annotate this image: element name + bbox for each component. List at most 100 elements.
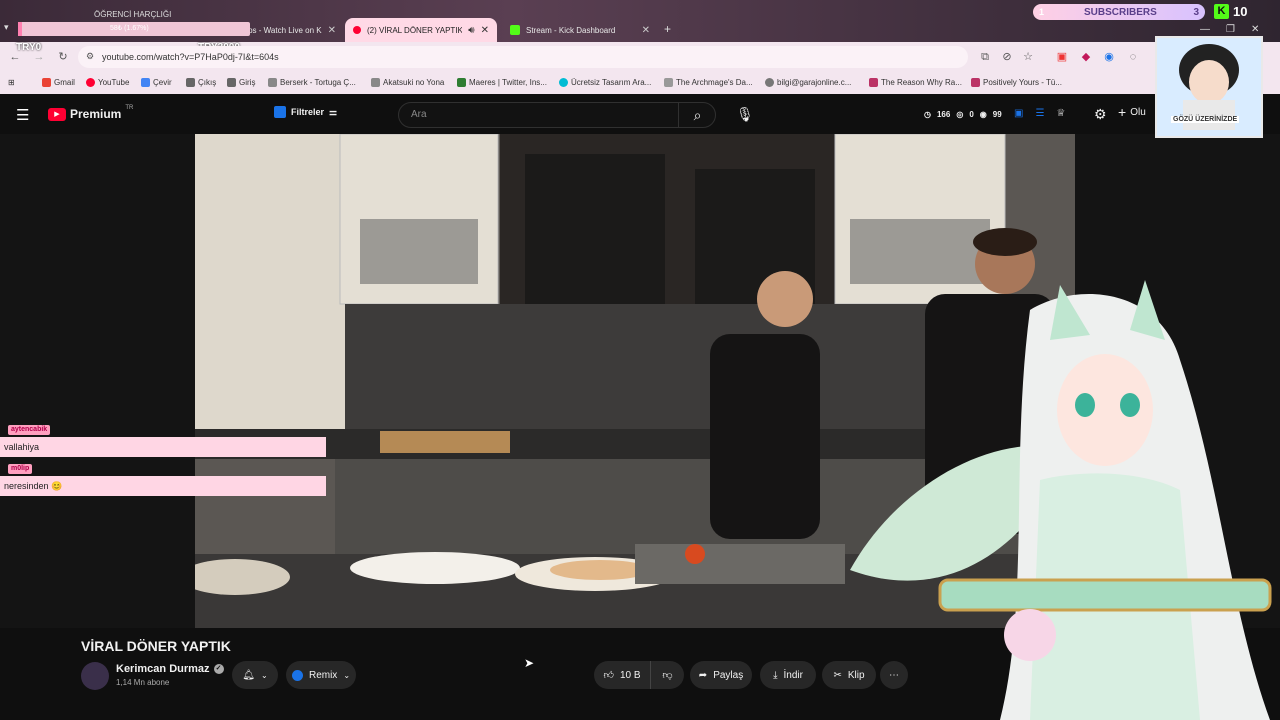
avatar-scroll bbox=[938, 578, 1272, 612]
cabinet-glass bbox=[360, 219, 478, 284]
avatar-caption: GÖZÜ ÜZERİNİZDE bbox=[1171, 116, 1240, 123]
avatar-shirt bbox=[1183, 100, 1235, 130]
search-icon: ⌕ bbox=[693, 106, 702, 123]
avatar-eye-right bbox=[1120, 393, 1140, 417]
reload-icon[interactable]: ↻ bbox=[56, 50, 70, 64]
chat-message: vallahiya bbox=[0, 437, 326, 457]
share-button[interactable]: ➦ Paylaş bbox=[690, 661, 752, 689]
close-window-icon[interactable]: ✕ bbox=[1251, 24, 1259, 35]
close-icon[interactable]: ✕ bbox=[642, 25, 650, 36]
close-icon[interactable]: ✕ bbox=[481, 25, 489, 36]
gmail-icon bbox=[42, 78, 51, 87]
download-label: İndir bbox=[783, 669, 803, 681]
streamer-avatar-frame: GÖZÜ ÜZERİNİZDE bbox=[1155, 36, 1263, 138]
like-button[interactable]: 👍︎ 10 B bbox=[594, 661, 650, 689]
filters-button[interactable]: Filtreler ⚌ bbox=[274, 106, 337, 118]
extension-icon[interactable]: ▣ bbox=[1014, 108, 1023, 119]
eye-off-icon[interactable]: ⊘ bbox=[1000, 50, 1014, 64]
doc-icon bbox=[227, 78, 236, 87]
site-icon bbox=[371, 78, 380, 87]
voice-search-icon[interactable]: 🎙︎ bbox=[736, 106, 754, 123]
mute-icon[interactable]: 🔊︎ bbox=[468, 25, 474, 36]
channel-name[interactable]: Kerimcan Durmaz ✓ bbox=[116, 663, 224, 675]
stat-b: 99 bbox=[992, 110, 1002, 119]
video-title: VİRAL DÖNER YAPTIK bbox=[81, 638, 231, 654]
goal-current: TRY0 bbox=[16, 42, 42, 53]
notification-bell-button[interactable]: 🔔︎ ⌄ bbox=[232, 661, 278, 689]
bookmark-label: Positively Yours - Tü... bbox=[983, 78, 1062, 87]
extension-pink-icon[interactable]: ◆ bbox=[1079, 50, 1093, 64]
settings-gear-icon[interactable]: ⚙ bbox=[1094, 106, 1107, 123]
avatar-eye-left bbox=[1075, 393, 1095, 417]
bookmark-maeres[interactable]: Maeres | Twitter, Ins... bbox=[457, 78, 547, 87]
bookmark-reason[interactable]: The Reason Why Ra... bbox=[869, 78, 962, 87]
minimize-icon[interactable]: — bbox=[1200, 24, 1210, 35]
plus-icon: + bbox=[1118, 104, 1127, 120]
site-info-icon[interactable]: ⚙ bbox=[86, 51, 94, 62]
bookmark-tasarim[interactable]: Ücretsiz Tasarım Ara... bbox=[559, 78, 651, 87]
plate-1 bbox=[350, 552, 520, 584]
dislike-button[interactable]: 👎︎ bbox=[650, 661, 684, 689]
bookmark-star-icon[interactable]: ☆ bbox=[1021, 50, 1035, 64]
new-tab-button[interactable]: + bbox=[664, 22, 671, 36]
extension-bulb-icon[interactable]: ◌ bbox=[1126, 50, 1140, 64]
bookmark-label: Ücretsiz Tasarım Ara... bbox=[571, 78, 652, 87]
tab-kick-dashboard[interactable]: Stream - Kick Dashboard ✕ bbox=[502, 18, 658, 42]
circle-icon: ◎ bbox=[956, 110, 964, 119]
globe-icon bbox=[765, 78, 774, 87]
list-icon[interactable]: ☰ bbox=[1035, 108, 1044, 119]
person-right-hair bbox=[973, 228, 1037, 256]
bookmark-giris[interactable]: Giriş bbox=[227, 78, 255, 87]
install-icon[interactable]: ⧉ bbox=[978, 50, 992, 64]
cabinet-left-upper bbox=[195, 134, 345, 434]
search-input[interactable]: Ara bbox=[398, 102, 716, 128]
bookmark-gmail[interactable]: Gmail bbox=[42, 78, 75, 87]
person-left-head bbox=[757, 271, 813, 327]
tab-label: Stream - Kick Dashboard bbox=[526, 25, 616, 35]
create-button[interactable]: + Olu bbox=[1118, 104, 1146, 120]
tab-youtube-video[interactable]: (2) VİRAL DÖNER YAPTIK - 🔊︎ ✕ bbox=[345, 18, 497, 42]
maximize-icon[interactable]: ❐ bbox=[1226, 24, 1235, 35]
like-count: 10 B bbox=[619, 669, 641, 681]
extension-blue-icon[interactable]: ◉ bbox=[1102, 50, 1116, 64]
bookmark-akatsuki[interactable]: Akatsuki no Yona bbox=[371, 78, 444, 87]
bookmark-cikis[interactable]: Çıkış bbox=[186, 78, 216, 87]
thumbs-down-icon: 👎︎ bbox=[662, 670, 673, 681]
subscribers-goal-bar: 1 SUBSCRIBERS 3 bbox=[1033, 4, 1205, 20]
channel-name-text: Kerimcan Durmaz bbox=[116, 663, 210, 675]
create-label: Olu bbox=[1130, 106, 1146, 118]
filters-label: Filtreler bbox=[291, 107, 325, 117]
bookmark-berserk[interactable]: Berserk - Tortuga Ç... bbox=[268, 78, 356, 87]
bookmark-label: Çevir bbox=[153, 78, 172, 87]
clip-label: Klip bbox=[847, 669, 865, 681]
search-button[interactable]: ⌕ bbox=[678, 102, 716, 128]
youtube-icon bbox=[86, 78, 95, 87]
address-bar[interactable]: ⚙ youtube.com/watch?v=P7HaP0dj-7I&t=604s bbox=[78, 46, 968, 68]
trophy-icon[interactable]: ♕ bbox=[1056, 108, 1065, 119]
bookmark-positively[interactable]: Positively Yours - Tü... bbox=[971, 78, 1062, 87]
bookmark-youtube[interactable]: YouTube bbox=[86, 78, 129, 87]
subs-left: 1 bbox=[1039, 7, 1045, 17]
bookmark-archmage[interactable]: The Archmage's Da... bbox=[664, 78, 753, 87]
channel-avatar[interactable] bbox=[81, 662, 109, 690]
bookmark-cevir[interactable]: Çevir bbox=[141, 78, 172, 87]
site-icon bbox=[268, 78, 277, 87]
close-icon[interactable]: ✕ bbox=[328, 25, 336, 36]
youtube-play-icon: ▶ bbox=[48, 107, 66, 121]
bookmark-bilgi[interactable]: bilgi@garajonline.c... bbox=[765, 78, 851, 87]
site-icon bbox=[457, 78, 466, 87]
download-icon: ⤓ bbox=[773, 669, 778, 681]
menu-icon[interactable]: ☰ bbox=[16, 106, 29, 124]
extension-red-icon[interactable]: ▣ bbox=[1055, 50, 1069, 64]
chevron-down-icon: ⌄ bbox=[343, 670, 351, 680]
folder-icon bbox=[664, 78, 673, 87]
apps-icon[interactable]: ⊞ bbox=[8, 78, 15, 87]
more-actions-button[interactable]: ⋯ bbox=[880, 661, 908, 689]
bookmark-label: Berserk - Tortuga Ç... bbox=[280, 78, 356, 87]
download-button[interactable]: ⤓ İndir bbox=[760, 661, 816, 689]
remix-button[interactable]: Remix ⌄ bbox=[286, 661, 356, 689]
stat-a: 0 bbox=[969, 110, 974, 119]
clip-button[interactable]: ✂ Klip bbox=[822, 661, 876, 689]
youtube-logo[interactable]: ▶ Premium TR bbox=[48, 105, 133, 121]
share-label: Paylaş bbox=[713, 669, 744, 681]
